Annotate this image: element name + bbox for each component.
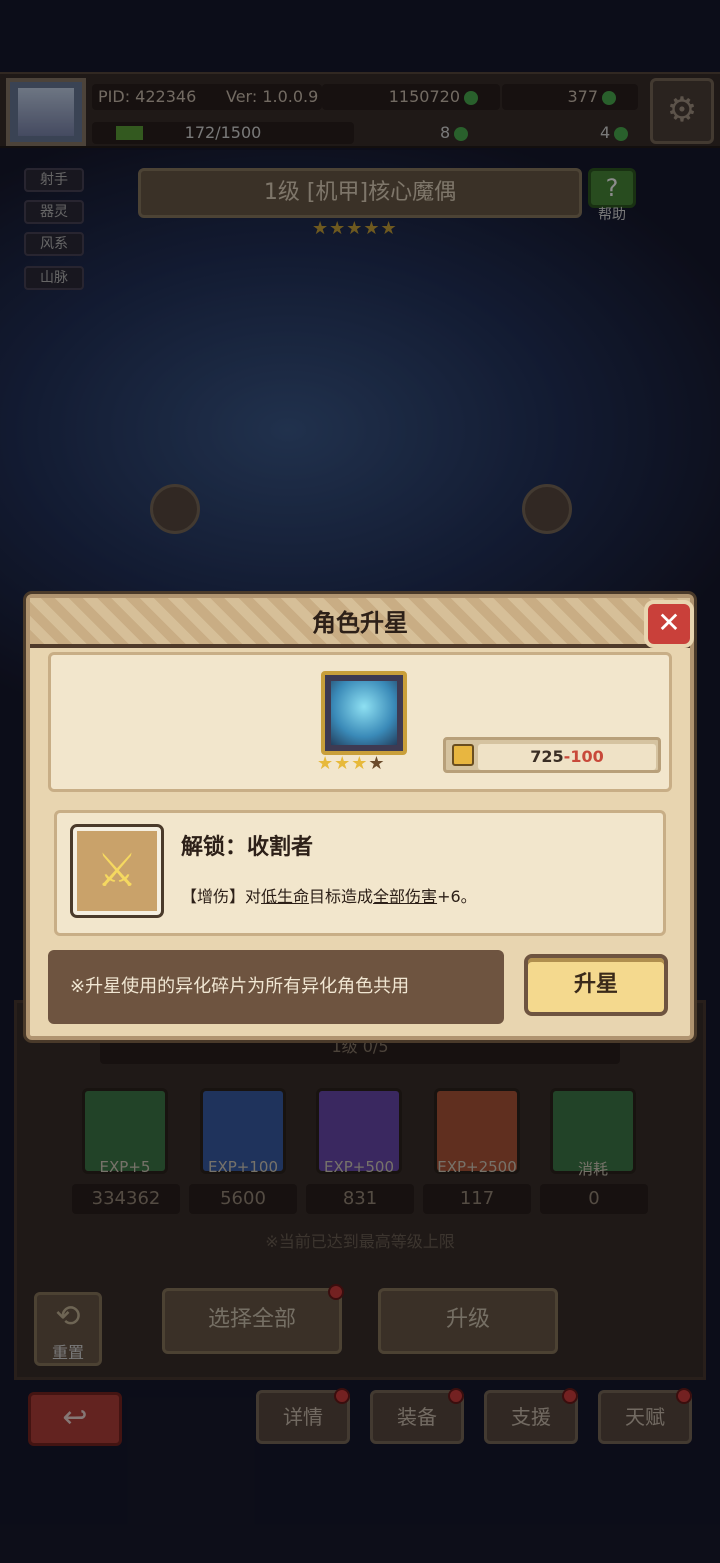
shard-have: 725 [530, 747, 564, 766]
skill-desc-keyword-2: 全部伤害 [373, 887, 438, 906]
skill-desc-keyword-1: 低生命 [261, 887, 310, 906]
skill-desc-suffix: +6。 [437, 887, 477, 906]
unlock-skill-card: ⚔ 解锁：收割者 【增伤】对低生命目标造成全部伤害+6。 [54, 810, 666, 936]
close-icon: ✕ [657, 606, 681, 639]
skill-desc-prefix: 【增伤】对 [181, 887, 262, 906]
skill-desc-mid: 目标造成 [309, 887, 374, 906]
character-portrait [321, 671, 407, 755]
star-up-button[interactable]: 升星 [524, 954, 668, 1016]
empty-stars: ★ [368, 753, 386, 774]
portrait-stars: ★★★★ [317, 753, 386, 774]
skill-description: 【增伤】对低生命目标造成全部伤害+6。 [181, 883, 477, 907]
skill-name: 解锁：收割者 [181, 835, 314, 860]
shard-cost: -100 [563, 747, 604, 766]
filled-stars: ★★★ [317, 753, 369, 774]
hero-card: ★★★★ 725-100 [48, 652, 672, 792]
portrait-image [331, 681, 397, 745]
modal-title: 角色升星 [312, 609, 408, 637]
shard-amount: 725-100 [478, 744, 656, 770]
shard-counter: 725-100 [443, 737, 661, 773]
star-up-modal: 角色升星 ✕ ★★★★ 725-100 ⚔ 解锁：收割者 【增伤】对低生命目标造… [26, 594, 694, 1040]
modal-header: 角色升星 [30, 598, 690, 648]
close-button[interactable]: ✕ [644, 600, 694, 648]
shard-icon [452, 744, 474, 766]
crossed-swords-icon: ⚔ [70, 824, 164, 918]
shard-note: ※升星使用的异化碎片为所有异化角色共用 [48, 950, 504, 1024]
